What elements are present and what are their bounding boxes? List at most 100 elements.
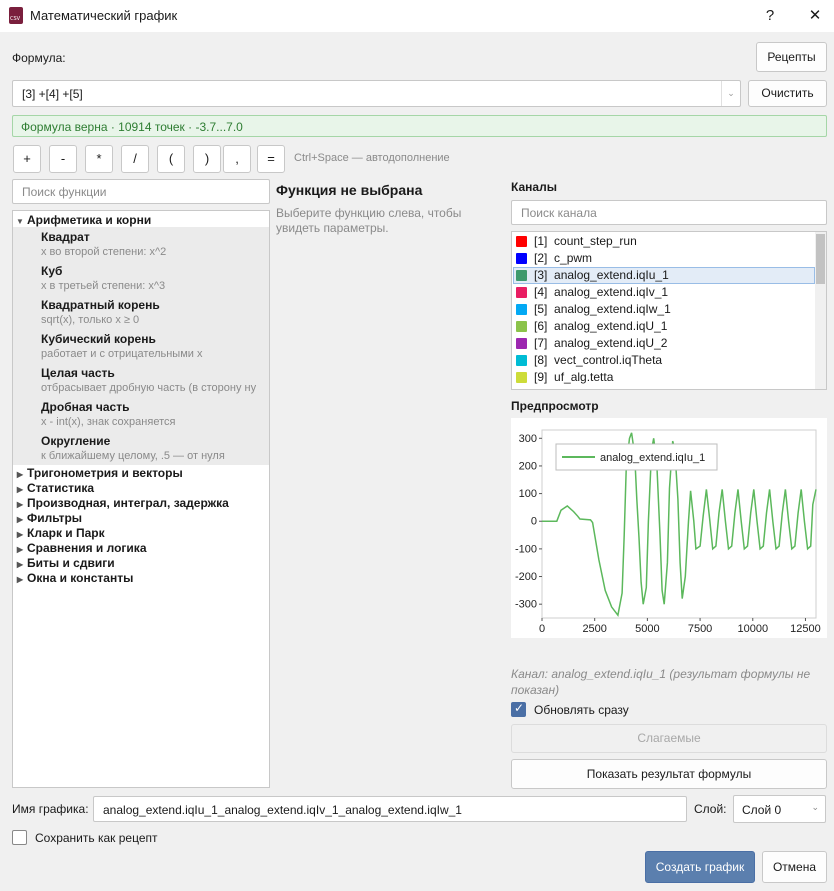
x-tick-label: 2500 bbox=[582, 623, 606, 635]
y-tick-label: 0 bbox=[531, 516, 537, 528]
plot-name-input[interactable]: analog_extend.iqIu_1_analog_extend.iqIv_… bbox=[93, 796, 687, 822]
function-desc: x во второй степени: x^2 bbox=[41, 246, 167, 258]
channel-item-selected[interactable]: [3] analog_extend.iqIu_1 bbox=[513, 267, 815, 284]
function-item-cube[interactable]: Куб x в третьей степени: x^3 bbox=[13, 261, 269, 295]
channel-item[interactable]: [7] analog_extend.iqU_2 bbox=[513, 335, 815, 352]
chevron-right-icon[interactable]: ▶ bbox=[13, 575, 27, 584]
channel-item[interactable]: [6] analog_extend.iqU_1 bbox=[513, 318, 815, 335]
channel-item[interactable]: [2] c_pwm bbox=[513, 250, 815, 267]
tree-category-derivative[interactable]: ▶ Производная, интеграл, задержка bbox=[13, 496, 229, 510]
layer-select[interactable]: Слой 0 ⌄ bbox=[733, 795, 826, 823]
channel-label: [9] uf_alg.tetta bbox=[534, 370, 614, 384]
chevron-right-icon[interactable]: ▶ bbox=[13, 470, 27, 479]
plot-name-value: analog_extend.iqIu_1_analog_extend.iqIv_… bbox=[103, 803, 462, 817]
function-name: Квадрат bbox=[41, 230, 90, 244]
chevron-down-icon: ⌄ bbox=[811, 802, 819, 812]
function-item-frac[interactable]: Дробная часть x - int(x), знак сохраняет… bbox=[13, 397, 269, 431]
function-search-placeholder: Поиск функции bbox=[22, 185, 107, 199]
chevron-right-icon[interactable]: ▶ bbox=[13, 485, 27, 494]
channel-item[interactable]: [4] analog_extend.iqIv_1 bbox=[513, 284, 815, 301]
cancel-button[interactable]: Отмена bbox=[762, 851, 827, 883]
channel-color-swatch bbox=[516, 372, 527, 383]
channel-item[interactable]: [5] analog_extend.iqIw_1 bbox=[513, 301, 815, 318]
tree-category-label: Производная, интеграл, задержка bbox=[27, 496, 229, 510]
channel-label: [2] c_pwm bbox=[534, 251, 593, 265]
help-button[interactable]: ? bbox=[750, 0, 790, 32]
channel-search-input[interactable]: Поиск канала bbox=[511, 200, 827, 225]
tree-category-trig[interactable]: ▶ Тригонометрия и векторы bbox=[13, 466, 183, 480]
channel-search-placeholder: Поиск канала bbox=[521, 206, 597, 220]
channel-color-swatch bbox=[516, 236, 527, 247]
app-icon-text: CSV bbox=[10, 16, 21, 22]
chevron-right-icon[interactable]: ▶ bbox=[13, 515, 27, 524]
recipes-button[interactable]: Рецепты bbox=[756, 42, 827, 72]
op-minus-button[interactable]: - bbox=[49, 145, 77, 173]
chevron-right-icon[interactable]: ▶ bbox=[13, 530, 27, 539]
function-item-sqrt[interactable]: Квадратный корень sqrt(x), только x ≥ 0 bbox=[13, 295, 269, 329]
op-multiply-button[interactable]: * bbox=[85, 145, 113, 173]
channel-list-scroll-thumb[interactable] bbox=[816, 234, 825, 284]
update-now-checkbox[interactable]: ✓ bbox=[511, 701, 526, 717]
tree-category-label: Арифметика и корни bbox=[27, 213, 152, 227]
op-divide-button[interactable]: / bbox=[121, 145, 149, 173]
y-tick-label: 200 bbox=[519, 460, 537, 472]
function-panel-hint: Выберите функцию слева, чтобы увидеть па… bbox=[276, 206, 462, 235]
create-plot-button[interactable]: Создать график bbox=[645, 851, 755, 883]
tree-category-windows[interactable]: ▶ Окна и константы bbox=[13, 571, 133, 585]
op-open-paren-button[interactable]: ( bbox=[157, 145, 185, 173]
tree-category-arithmetic[interactable]: ▼ Арифметика и корни bbox=[13, 213, 151, 227]
function-panel-title: Функция не выбрана bbox=[276, 182, 423, 198]
tree-category-label: Сравнения и логика bbox=[27, 541, 147, 555]
formula-status-text: Формула верна · 10914 точек · -3.7...7.0 bbox=[21, 120, 243, 134]
addends-button[interactable]: Слагаемые bbox=[511, 724, 827, 753]
op-comma-button[interactable]: , bbox=[223, 145, 251, 173]
channel-color-swatch bbox=[516, 287, 527, 298]
tree-category-clarke-park[interactable]: ▶ Кларк и Парк bbox=[13, 526, 105, 540]
function-item-cbrt[interactable]: Кубический корень работает и с отрицател… bbox=[13, 329, 269, 363]
op-equals-button[interactable]: = bbox=[257, 145, 285, 173]
chevron-right-icon[interactable]: ▶ bbox=[13, 500, 27, 509]
function-name: Округление bbox=[41, 434, 111, 448]
channel-item[interactable]: [1] count_step_run bbox=[513, 233, 815, 250]
chevron-down-icon[interactable]: ⌄ bbox=[721, 81, 740, 106]
channel-color-swatch bbox=[516, 304, 527, 315]
layer-select-value: Слой 0 bbox=[742, 803, 782, 817]
channel-item[interactable]: [9] uf_alg.tetta bbox=[513, 369, 815, 386]
function-name: Кубический корень bbox=[41, 332, 156, 346]
tree-category-label: Биты и сдвиги bbox=[27, 556, 115, 570]
tree-category-logic[interactable]: ▶ Сравнения и логика bbox=[13, 541, 147, 555]
function-item-round[interactable]: Округление к ближайшему целому, .5 — от … bbox=[13, 431, 269, 465]
autocomplete-hint: Ctrl+Space — автодополнение bbox=[294, 152, 450, 164]
op-plus-button[interactable]: + bbox=[13, 145, 41, 173]
channel-label: [8] vect_control.iqTheta bbox=[534, 353, 663, 367]
op-close-paren-button[interactable]: ) bbox=[193, 145, 221, 173]
formula-input[interactable]: [3] +[4] +[5] ⌄ bbox=[12, 80, 741, 107]
channel-list[interactable]: [1] count_step_run [2] c_pwm [3] analog_… bbox=[511, 231, 827, 390]
function-item-square[interactable]: Квадрат x во второй степени: x^2 bbox=[13, 227, 269, 261]
function-desc: работает и с отрицательными x bbox=[41, 348, 203, 360]
function-search-input[interactable]: Поиск функции bbox=[12, 179, 270, 204]
function-item-int[interactable]: Целая часть отбрасывает дробную часть (в… bbox=[13, 363, 269, 397]
tree-category-bits[interactable]: ▶ Биты и сдвиги bbox=[13, 556, 115, 570]
formula-input-value: [3] +[4] +[5] bbox=[22, 87, 83, 101]
save-recipe-checkbox[interactable] bbox=[12, 830, 27, 845]
show-result-button[interactable]: Показать результат формулы bbox=[511, 759, 827, 789]
chevron-right-icon[interactable]: ▶ bbox=[13, 545, 27, 554]
function-name: Куб bbox=[41, 264, 63, 278]
channel-color-swatch bbox=[516, 355, 527, 366]
function-desc: x в третьей степени: x^3 bbox=[41, 280, 166, 292]
chevron-down-icon[interactable]: ▼ bbox=[13, 217, 27, 226]
clear-button[interactable]: Очистить bbox=[748, 80, 827, 107]
channel-item[interactable]: [8] vect_control.iqTheta bbox=[513, 352, 815, 369]
function-tree[interactable]: ▼ Арифметика и корни Квадрат x во второй … bbox=[12, 210, 270, 788]
formula-label: Формула: bbox=[12, 51, 66, 65]
tree-category-stats[interactable]: ▶ Статистика bbox=[13, 481, 94, 495]
x-tick-label: 10000 bbox=[737, 623, 768, 635]
chevron-right-icon[interactable]: ▶ bbox=[13, 560, 27, 569]
window-title: Математический график bbox=[30, 8, 178, 23]
channels-title: Каналы bbox=[511, 180, 557, 194]
channel-label: [1] count_step_run bbox=[534, 234, 637, 248]
close-icon[interactable]: ✕ bbox=[795, 0, 834, 32]
channel-color-swatch bbox=[516, 321, 527, 332]
tree-category-filters[interactable]: ▶ Фильтры bbox=[13, 511, 82, 525]
